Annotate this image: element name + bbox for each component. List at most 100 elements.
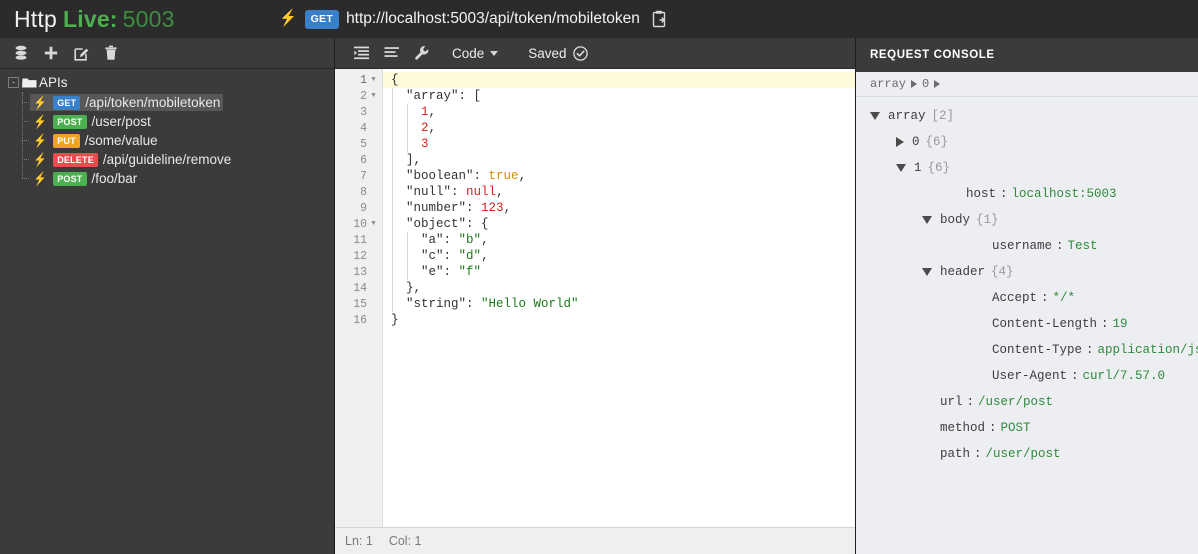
triangle-down-icon[interactable] bbox=[896, 164, 906, 172]
code-editor[interactable]: 1 ▼ 2 ▼ 3 4 5 6 7 8 9 10 ▼ 11 12 13 14 15 16 { "array": [ … bbox=[335, 69, 855, 527]
indent-guide bbox=[407, 248, 409, 264]
json-separator: : bbox=[1041, 291, 1049, 305]
code-line[interactable]: ], bbox=[383, 152, 855, 168]
json-tree-row[interactable]: header {4} bbox=[856, 259, 1198, 285]
code-line[interactable]: "number": 123, bbox=[383, 200, 855, 216]
plus-icon[interactable] bbox=[36, 40, 66, 66]
line-number[interactable]: 13 bbox=[335, 264, 382, 280]
edit-icon[interactable] bbox=[66, 40, 96, 66]
json-key: Accept bbox=[992, 291, 1038, 305]
json-tree-row[interactable]: host: localhost:5003 bbox=[856, 181, 1198, 207]
breadcrumb-item[interactable]: 0 bbox=[922, 77, 929, 91]
line-number[interactable]: 11 bbox=[335, 232, 382, 248]
code-token: , bbox=[428, 121, 437, 135]
code-line[interactable]: "a": "b", bbox=[383, 232, 855, 248]
code-line[interactable]: "object": { bbox=[383, 216, 855, 232]
code-line[interactable]: 3 bbox=[383, 136, 855, 152]
line-number[interactable]: 12 bbox=[335, 248, 382, 264]
fold-toggle-icon[interactable]: ▼ bbox=[369, 92, 378, 101]
json-tree-row[interactable]: 1 {6} bbox=[856, 155, 1198, 181]
api-list-item[interactable]: ⚡ GET/api/token/mobiletoken bbox=[0, 93, 334, 112]
api-list-item[interactable]: ⚡ DELETE/api/guideline/remove bbox=[0, 150, 334, 169]
line-number[interactable]: 14 bbox=[335, 280, 382, 296]
line-number[interactable]: 6 bbox=[335, 152, 382, 168]
code-line[interactable]: } bbox=[383, 312, 855, 328]
json-tree-row[interactable]: array [2] bbox=[856, 103, 1198, 129]
triangle-down-icon[interactable] bbox=[870, 112, 880, 120]
api-list-item[interactable]: ⚡ POST/foo/bar bbox=[0, 169, 334, 188]
code-content[interactable]: { "array": [ 1, 2, 3 ], "boolean": true,… bbox=[383, 69, 855, 527]
line-number[interactable]: 1 ▼ bbox=[335, 72, 382, 88]
code-line[interactable]: "null": null, bbox=[383, 184, 855, 200]
breadcrumb-item[interactable]: array bbox=[870, 77, 906, 91]
copy-to-clipboard-icon[interactable] bbox=[651, 10, 669, 29]
code-line[interactable]: "array": [ bbox=[383, 88, 855, 104]
code-token: "Hello World" bbox=[481, 297, 579, 311]
wrench-icon[interactable] bbox=[407, 40, 437, 66]
json-key: username bbox=[992, 239, 1053, 253]
active-request-bar[interactable]: ⚡ GET http://localhost:5003/api/token/mo… bbox=[278, 9, 669, 29]
format-indent-icon[interactable] bbox=[347, 40, 377, 66]
json-value: */* bbox=[1052, 291, 1076, 305]
json-tree-row[interactable]: Content-Length:19 bbox=[856, 311, 1198, 337]
line-number[interactable]: 5 bbox=[335, 136, 382, 152]
line-number[interactable]: 7 bbox=[335, 168, 382, 184]
line-number[interactable]: 4 bbox=[335, 120, 382, 136]
code-line[interactable]: { bbox=[383, 72, 855, 88]
json-separator: : bbox=[989, 421, 997, 435]
code-line[interactable]: "c": "d", bbox=[383, 248, 855, 264]
json-child-count: [2] bbox=[931, 109, 955, 123]
line-number[interactable]: 15 bbox=[335, 296, 382, 312]
line-number[interactable]: 16 bbox=[335, 312, 382, 328]
tree-expander-icon[interactable]: - bbox=[8, 77, 19, 88]
line-number[interactable]: 3 bbox=[335, 104, 382, 120]
fold-toggle-icon[interactable]: ▼ bbox=[369, 220, 378, 229]
code-line[interactable]: 1, bbox=[383, 104, 855, 120]
code-token: "array" bbox=[406, 89, 459, 103]
json-tree-row[interactable]: Accept: */* bbox=[856, 285, 1198, 311]
breadcrumb-arrow-icon[interactable] bbox=[934, 80, 941, 88]
code-token: "object" bbox=[406, 217, 467, 231]
json-tree-row[interactable]: path:/user/post bbox=[856, 441, 1198, 467]
json-tree-row[interactable]: method: POST bbox=[856, 415, 1198, 441]
tree-root-apis[interactable]: - APIs bbox=[0, 73, 334, 92]
indent-guide bbox=[392, 248, 393, 264]
editor-mode-dropdown[interactable]: Code bbox=[452, 46, 499, 61]
triangle-down-icon[interactable] bbox=[922, 268, 932, 276]
indent-guide bbox=[407, 120, 409, 136]
line-number[interactable]: 8 bbox=[335, 184, 382, 200]
triangle-down-icon[interactable] bbox=[922, 216, 932, 224]
line-number[interactable]: 2 ▼ bbox=[335, 88, 382, 104]
code-line[interactable]: "e": "f" bbox=[383, 264, 855, 280]
line-number[interactable]: 10 ▼ bbox=[335, 216, 382, 232]
api-list: ⚡ GET/api/token/mobiletoken ⚡ POST/user/pos… bbox=[0, 92, 334, 188]
api-list-item[interactable]: ⚡ POST/user/post bbox=[0, 112, 334, 131]
json-tree-row[interactable]: body {1} bbox=[856, 207, 1198, 233]
code-line[interactable]: }, bbox=[383, 280, 855, 296]
code-token: 1 bbox=[421, 105, 429, 119]
json-tree-row[interactable]: User-Agent: curl/7.57.0 bbox=[856, 363, 1198, 389]
triangle-right-icon[interactable] bbox=[896, 137, 904, 147]
fold-toggle-icon[interactable]: ▼ bbox=[369, 76, 378, 85]
indent-guide bbox=[392, 104, 393, 120]
trash-icon[interactable] bbox=[96, 40, 126, 66]
api-item-path: /user/post bbox=[91, 114, 151, 129]
json-tree-row[interactable]: username: Test bbox=[856, 233, 1198, 259]
json-tree-row[interactable]: 0 {6} bbox=[856, 129, 1198, 155]
api-list-item[interactable]: ⚡ PUT/some/value bbox=[0, 131, 334, 150]
database-icon[interactable] bbox=[6, 40, 36, 66]
line-number-value: 5 bbox=[360, 137, 367, 151]
breadcrumb-arrow-icon[interactable] bbox=[911, 80, 918, 88]
breadcrumb[interactable]: array 0 bbox=[856, 72, 1198, 97]
line-number[interactable]: 9 bbox=[335, 200, 382, 216]
align-lines-icon[interactable] bbox=[377, 40, 407, 66]
json-tree-row[interactable]: Content-Type:application/json bbox=[856, 337, 1198, 363]
line-number-gutter[interactable]: 1 ▼ 2 ▼ 3 4 5 6 7 8 9 10 ▼ 11 12 13 14 15 16 bbox=[335, 69, 383, 527]
json-tree-row[interactable]: url:/user/post bbox=[856, 389, 1198, 415]
code-line[interactable]: 2, bbox=[383, 120, 855, 136]
code-line[interactable]: "boolean": true, bbox=[383, 168, 855, 184]
save-status: Saved bbox=[528, 46, 588, 61]
code-token: "d" bbox=[458, 249, 482, 263]
code-line[interactable]: "string": "Hello World" bbox=[383, 296, 855, 312]
method-badge: POST bbox=[53, 114, 87, 129]
